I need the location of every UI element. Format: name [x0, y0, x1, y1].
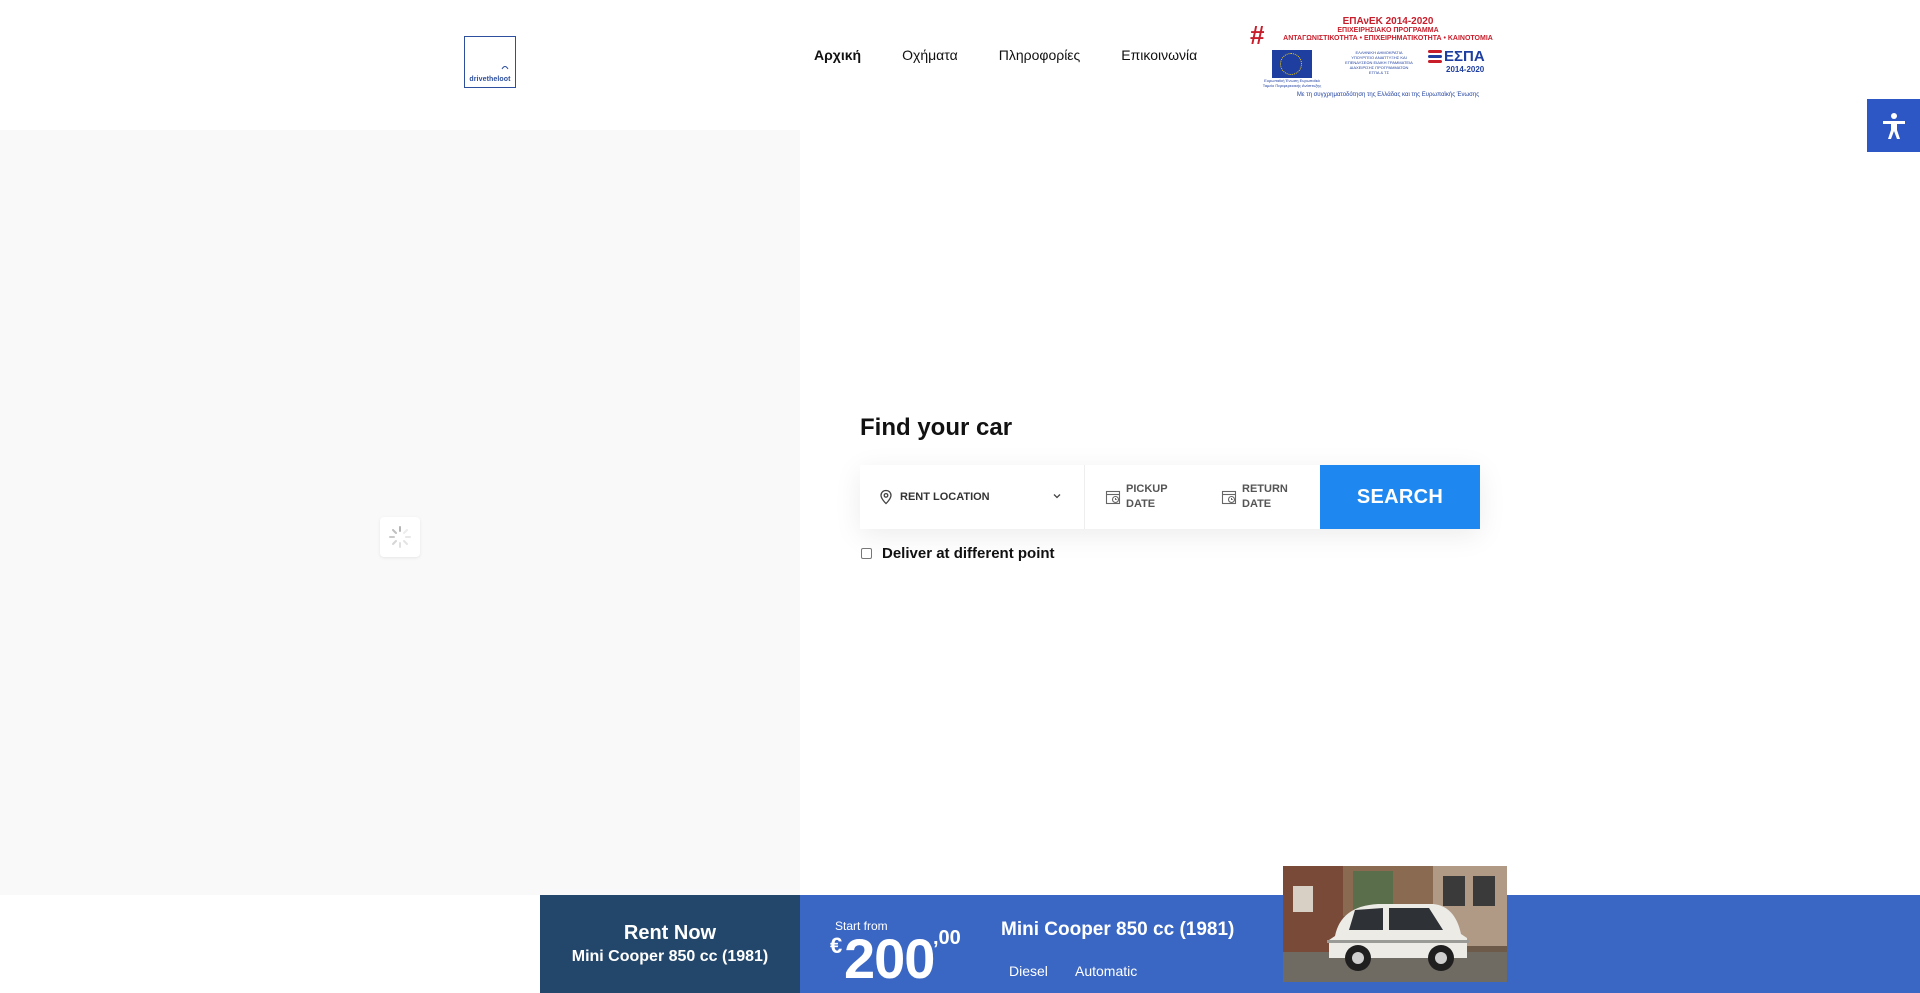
site-logo[interactable]: drivetheloot [464, 36, 516, 88]
espa-stripes-icon [1428, 50, 1442, 64]
search-button[interactable]: SEARCH [1320, 465, 1480, 529]
rent-now-car: Mini Cooper 850 cc (1981) [571, 948, 769, 965]
logo-text: drivetheloot [469, 76, 511, 83]
page: drivetheloot Αρχική Οχήματα Πληροφορίες … [0, 0, 1920, 993]
car-search-form: RENT LOCATION PICKUP DATE RETURN DATE SE… [860, 465, 1480, 529]
pickup-date-field[interactable]: PICKUP DATE [1085, 465, 1201, 529]
rent-now-button[interactable]: Rent Now Mini Cooper 850 cc (1981) [540, 895, 800, 993]
nav-item-vehicles[interactable]: Οχήματα [902, 44, 958, 66]
accessibility-icon [1882, 112, 1905, 139]
deliver-label: Deliver at different point [882, 545, 1055, 562]
fuel-type: Diesel [1009, 963, 1048, 979]
nav-item-home[interactable]: Αρχική [814, 44, 861, 66]
espa-word: ΕΣΠΑ [1444, 48, 1485, 65]
accessibility-button[interactable] [1867, 99, 1920, 152]
car-photo-image [1283, 866, 1507, 982]
rent-location-label: RENT LOCATION [900, 491, 990, 503]
espa-subtitle-1: ΕΠΙΧΕΙΡΗΣΙΑΚΟ ΠΡΟΓΡΑΜΜΑ [1337, 27, 1439, 34]
transmission-type: Automatic [1075, 963, 1138, 979]
eu-text: Ευρωπαϊκή Ένωση Ευρωπαϊκό Ταμείο Περιφερ… [1262, 78, 1322, 88]
ministry-text: ΕΛΛΗΝΙΚΗ ΔΗΜΟΚΡΑΤΙΑ ΥΠΟΥΡΓΕΙΟ ΑΝΑΠΤΥΞΗΣ … [1345, 50, 1413, 75]
calendar-icon [1105, 490, 1121, 505]
main-nav: Αρχική Οχήματα Πληροφορίες Επικοινωνία [814, 44, 1238, 66]
nav-item-contact[interactable]: Επικοινωνία [1121, 44, 1197, 66]
espa-title: ΕΠΑνΕΚ 2014-2020 [1342, 16, 1434, 27]
car-photo[interactable] [1283, 866, 1507, 982]
espa-hash-icon: # [1250, 20, 1265, 50]
chevron-down-icon [1053, 494, 1061, 499]
price-amount: 200 [844, 927, 935, 990]
espa-subtitle-2: ΑΝΤΑΓΩΝΙΣΤΙΚΟΤΗΤΑ • ΕΠΙΧΕΙΡΗΜΑΤΙΚΟΤΗΤΑ •… [1283, 35, 1493, 42]
deliver-different-point-checkbox[interactable]: Deliver at different point [860, 545, 1055, 562]
logo-mark-icon [501, 66, 509, 70]
price-currency: € [830, 933, 843, 958]
finder-title: Find your car [860, 414, 1013, 441]
rent-location-select[interactable]: RENT LOCATION [860, 465, 1085, 529]
hero-image-area [0, 130, 800, 895]
return-date-label: RETURN DATE [1242, 483, 1288, 510]
loading-spinner-icon [380, 517, 420, 557]
nav-item-info[interactable]: Πληροφορίες [999, 44, 1081, 66]
espa-banner[interactable]: # ΕΠΑνΕΚ 2014-2020 ΕΠΙΧΕΙΡΗΣΙΑΚΟ ΠΡΟΓΡΑΜ… [1248, 14, 1508, 102]
pickup-date-label: PICKUP DATE [1126, 483, 1168, 510]
rent-bar: Rent Now Mini Cooper 850 cc (1981) Start… [540, 895, 1920, 993]
espa-logo: ΕΣΠΑ 2014-2020 [1428, 48, 1498, 82]
checkbox-box[interactable] [861, 548, 872, 559]
car-name[interactable]: Mini Cooper 850 cc (1981) [1001, 919, 1234, 941]
price-decimals: ,00 [933, 927, 961, 949]
site-header: drivetheloot Αρχική Οχήματα Πληροφορίες … [0, 0, 1920, 130]
eu-flag-icon [1272, 50, 1312, 78]
espa-bottom-text: Με τη συγχρηματοδότηση της Ελλάδας και τ… [1296, 92, 1480, 98]
calendar-icon [1221, 490, 1237, 505]
return-date-field[interactable]: RETURN DATE [1201, 465, 1317, 529]
rent-now-label: Rent Now [623, 922, 717, 944]
location-pin-icon [880, 489, 892, 505]
espa-years: 2014-2020 [1446, 65, 1485, 74]
